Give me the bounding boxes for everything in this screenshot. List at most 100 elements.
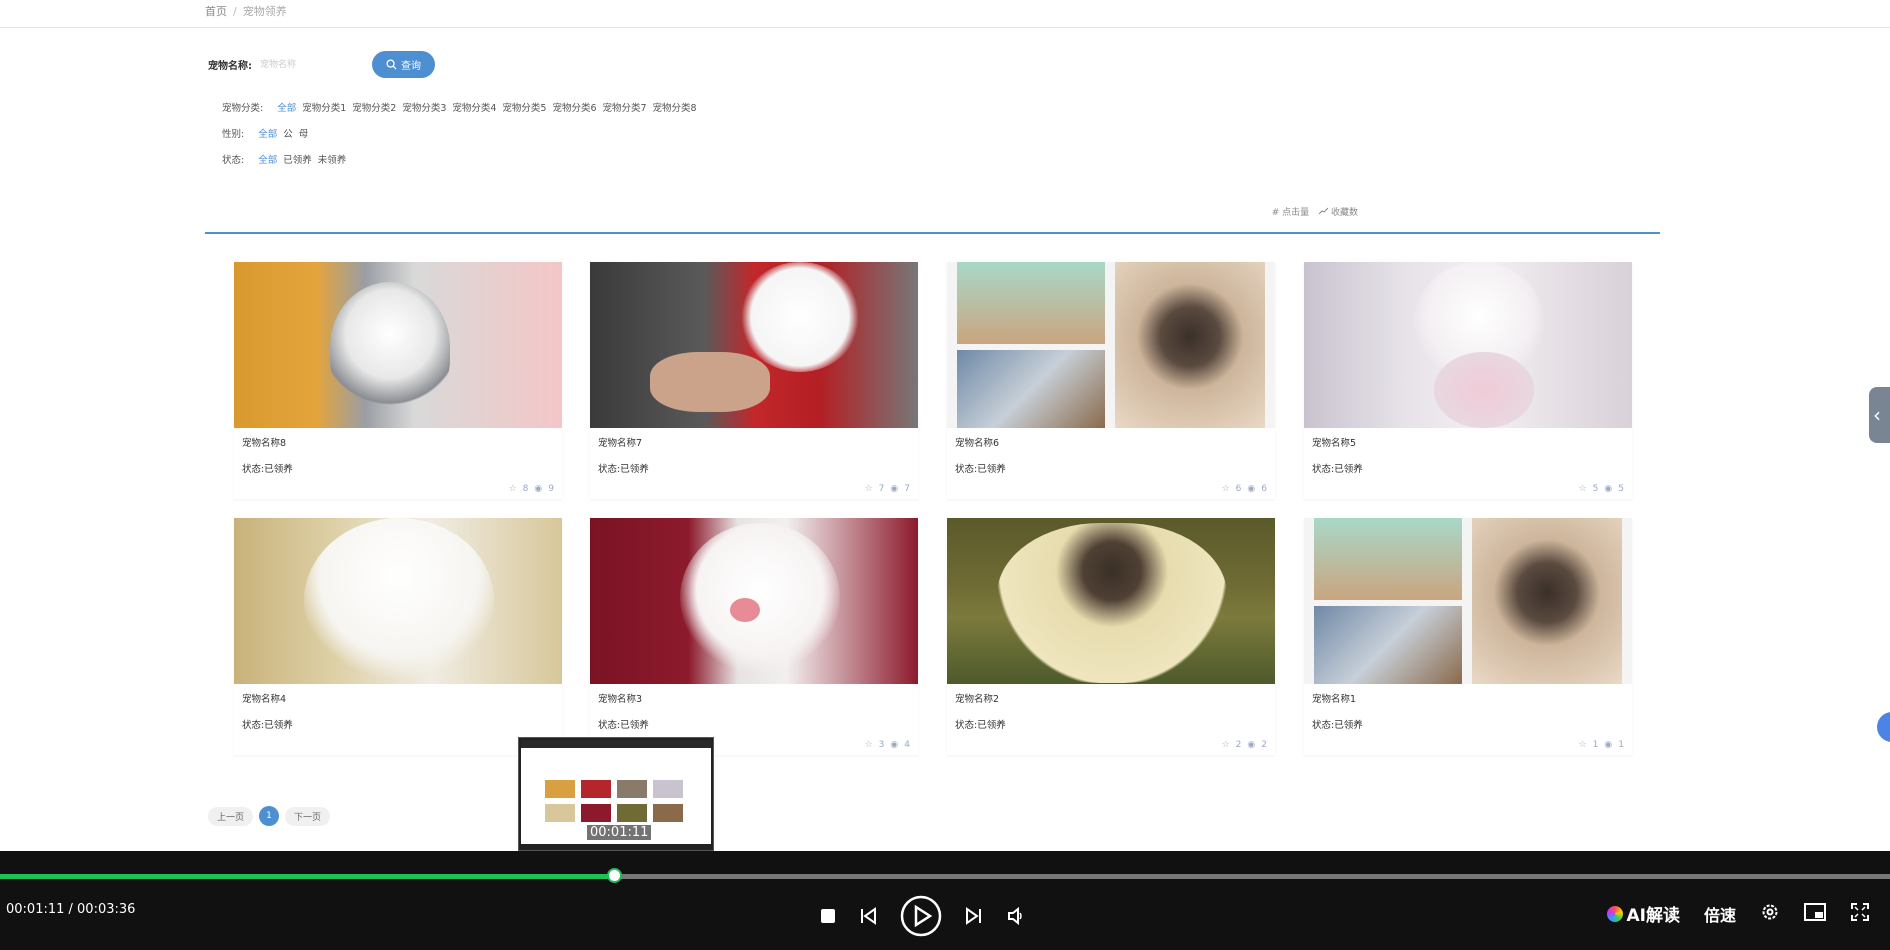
views-count: 2 bbox=[1261, 740, 1267, 750]
pet-name: 宠物名称4 bbox=[242, 694, 287, 705]
star-icon: ☆ bbox=[864, 740, 873, 750]
fullscreen-button[interactable] bbox=[1850, 902, 1870, 926]
pet-name: 宠物名称8 bbox=[242, 438, 287, 449]
breadcrumb-separator: / bbox=[233, 5, 237, 18]
eye-icon: ◉ bbox=[890, 484, 899, 494]
pet-name: 宠物名称5 bbox=[1312, 438, 1357, 449]
player-options: AI解读 倍速 bbox=[1606, 901, 1871, 926]
stop-icon bbox=[821, 909, 835, 923]
pet-photo bbox=[947, 518, 1275, 684]
filter-option[interactable]: 全部 bbox=[258, 126, 277, 140]
pet-name: 宠物名称1 bbox=[1312, 694, 1357, 705]
chart-icon bbox=[1318, 207, 1329, 215]
star-icon: ☆ bbox=[864, 484, 873, 494]
pet-photo bbox=[590, 262, 918, 428]
favorites-count: 5 bbox=[1592, 484, 1599, 494]
filter-option[interactable]: 母 bbox=[299, 126, 309, 140]
views-count: 6 bbox=[1261, 484, 1267, 494]
ai-interpret-button[interactable]: AI解读 bbox=[1606, 901, 1680, 926]
pet-card[interactable]: 宠物名称5 状态:已领养 ☆ 5 ◉ 5 bbox=[1304, 262, 1632, 499]
filter-option[interactable]: 宠物分类8 bbox=[653, 100, 697, 114]
views-count: 9 bbox=[548, 484, 554, 494]
playback-controls bbox=[820, 895, 1026, 937]
prev-page-button[interactable]: 上一页 bbox=[208, 806, 254, 826]
favorites-count: 8 bbox=[522, 484, 529, 494]
pet-card[interactable]: 宠物名称2 状态:已领养 ☆ 2 ◉ 2 bbox=[947, 518, 1275, 755]
filter-option[interactable]: 宠物分类1 bbox=[302, 100, 346, 114]
pet-photo bbox=[1304, 262, 1632, 428]
filter-gender: 性别: 全部 公 母 bbox=[222, 126, 308, 140]
breadcrumb-home[interactable]: 首页 bbox=[205, 5, 227, 18]
pet-card[interactable]: 宠物名称7 状态:已领养 ☆ 7 ◉ 7 bbox=[590, 262, 918, 499]
top-bar: 首页 / 宠物领养 bbox=[0, 0, 1890, 28]
filter-option[interactable]: 全部 bbox=[277, 100, 296, 114]
play-icon bbox=[900, 895, 942, 937]
next-page-button[interactable]: 下一页 bbox=[285, 806, 331, 826]
views-count: 1 bbox=[1618, 740, 1624, 750]
filter-option[interactable]: 宠物分类3 bbox=[402, 100, 446, 114]
floating-action-button[interactable] bbox=[1877, 712, 1890, 742]
pet-card[interactable]: 宠物名称6 状态:已领养 ☆ 6 ◉ 6 bbox=[947, 262, 1275, 499]
progress-handle[interactable] bbox=[607, 868, 623, 883]
star-icon: ☆ bbox=[1221, 740, 1230, 750]
filter-option[interactable]: 宠物分类2 bbox=[352, 100, 396, 114]
filter-option[interactable]: 宠物分类7 bbox=[603, 100, 647, 114]
filter-option[interactable]: 公 bbox=[283, 126, 293, 140]
gear-icon bbox=[1762, 904, 1778, 919]
favorites-count: 3 bbox=[878, 740, 885, 750]
pet-photo bbox=[1304, 518, 1632, 684]
pet-stats: ☆ 8 ◉ 9 bbox=[509, 484, 554, 494]
sort-favorites[interactable]: 收藏数 bbox=[1318, 205, 1358, 218]
skip-forward-icon bbox=[966, 907, 981, 925]
filter-option[interactable]: 宠物分类4 bbox=[452, 100, 496, 114]
next-button[interactable] bbox=[964, 906, 984, 926]
eye-icon: ◉ bbox=[1604, 484, 1613, 494]
pet-stats: ☆ 1 ◉ 1 bbox=[1579, 740, 1624, 750]
star-icon: ☆ bbox=[508, 484, 517, 494]
pet-stats: ☆ 3 ◉ 4 bbox=[865, 740, 910, 750]
pet-name: 宠物名称7 bbox=[598, 438, 643, 449]
filter-category: 宠物分类: 全部 宠物分类1 宠物分类2 宠物分类3 宠物分类4 宠物分类5 宠… bbox=[222, 100, 697, 114]
filter-gender-label: 性别: bbox=[222, 129, 245, 140]
pet-photo bbox=[234, 262, 562, 428]
picture-in-picture-button[interactable] bbox=[1804, 902, 1826, 925]
star-icon: ☆ bbox=[1578, 740, 1587, 750]
previous-button[interactable] bbox=[858, 906, 878, 926]
pet-status: 状态:已领养 bbox=[955, 720, 1006, 731]
filter-status-label: 状态: bbox=[222, 155, 245, 166]
filter-category-label: 宠物分类: bbox=[222, 103, 264, 114]
pet-card[interactable]: 宠物名称3 状态:已领养 ☆ 3 ◉ 4 bbox=[590, 518, 918, 755]
search-button[interactable]: 查询 bbox=[372, 51, 435, 78]
filter-option[interactable]: 全部 bbox=[258, 152, 277, 166]
eye-icon: ◉ bbox=[534, 484, 543, 494]
page-number[interactable]: 1 bbox=[259, 806, 280, 826]
favorites-count: 1 bbox=[1592, 740, 1599, 750]
pet-name: 宠物名称2 bbox=[955, 694, 1000, 705]
filter-option[interactable]: 未领养 bbox=[318, 152, 347, 166]
side-collapse-tab[interactable]: ‹ bbox=[1869, 387, 1890, 443]
sort-favorites-label: 收藏数 bbox=[1330, 208, 1358, 218]
volume-icon bbox=[1008, 906, 1022, 926]
pet-card[interactable]: 宠物名称4 状态:已领养 bbox=[234, 518, 562, 755]
pet-name: 宠物名称3 bbox=[598, 694, 643, 705]
search-row: 宠物名称: 查询 bbox=[208, 51, 435, 78]
views-count: 4 bbox=[904, 740, 910, 750]
divider bbox=[205, 232, 1660, 234]
pet-card[interactable]: 宠物名称8 状态:已领养 ☆ 8 ◉ 9 bbox=[234, 262, 562, 499]
play-button[interactable] bbox=[900, 895, 942, 937]
views-count: 7 bbox=[904, 484, 910, 494]
search-input[interactable] bbox=[258, 52, 352, 77]
settings-button[interactable] bbox=[1760, 902, 1780, 926]
volume-button[interactable] bbox=[1006, 906, 1026, 926]
pet-status: 状态:已领养 bbox=[598, 464, 649, 475]
pet-stats: ☆ 2 ◉ 2 bbox=[1222, 740, 1267, 750]
filter-option[interactable]: 已领养 bbox=[283, 152, 312, 166]
stop-button[interactable] bbox=[820, 908, 836, 924]
speed-button[interactable]: 倍速 bbox=[1704, 902, 1736, 926]
pet-card[interactable]: 宠物名称1 状态:已领养 ☆ 1 ◉ 1 bbox=[1304, 518, 1632, 755]
filter-option[interactable]: 宠物分类6 bbox=[552, 100, 596, 114]
favorites-count: 6 bbox=[1235, 484, 1242, 494]
pet-status: 状态:已领养 bbox=[598, 720, 649, 731]
filter-option[interactable]: 宠物分类5 bbox=[502, 100, 546, 114]
sort-clicks[interactable]: # 点击量 bbox=[1272, 205, 1309, 218]
